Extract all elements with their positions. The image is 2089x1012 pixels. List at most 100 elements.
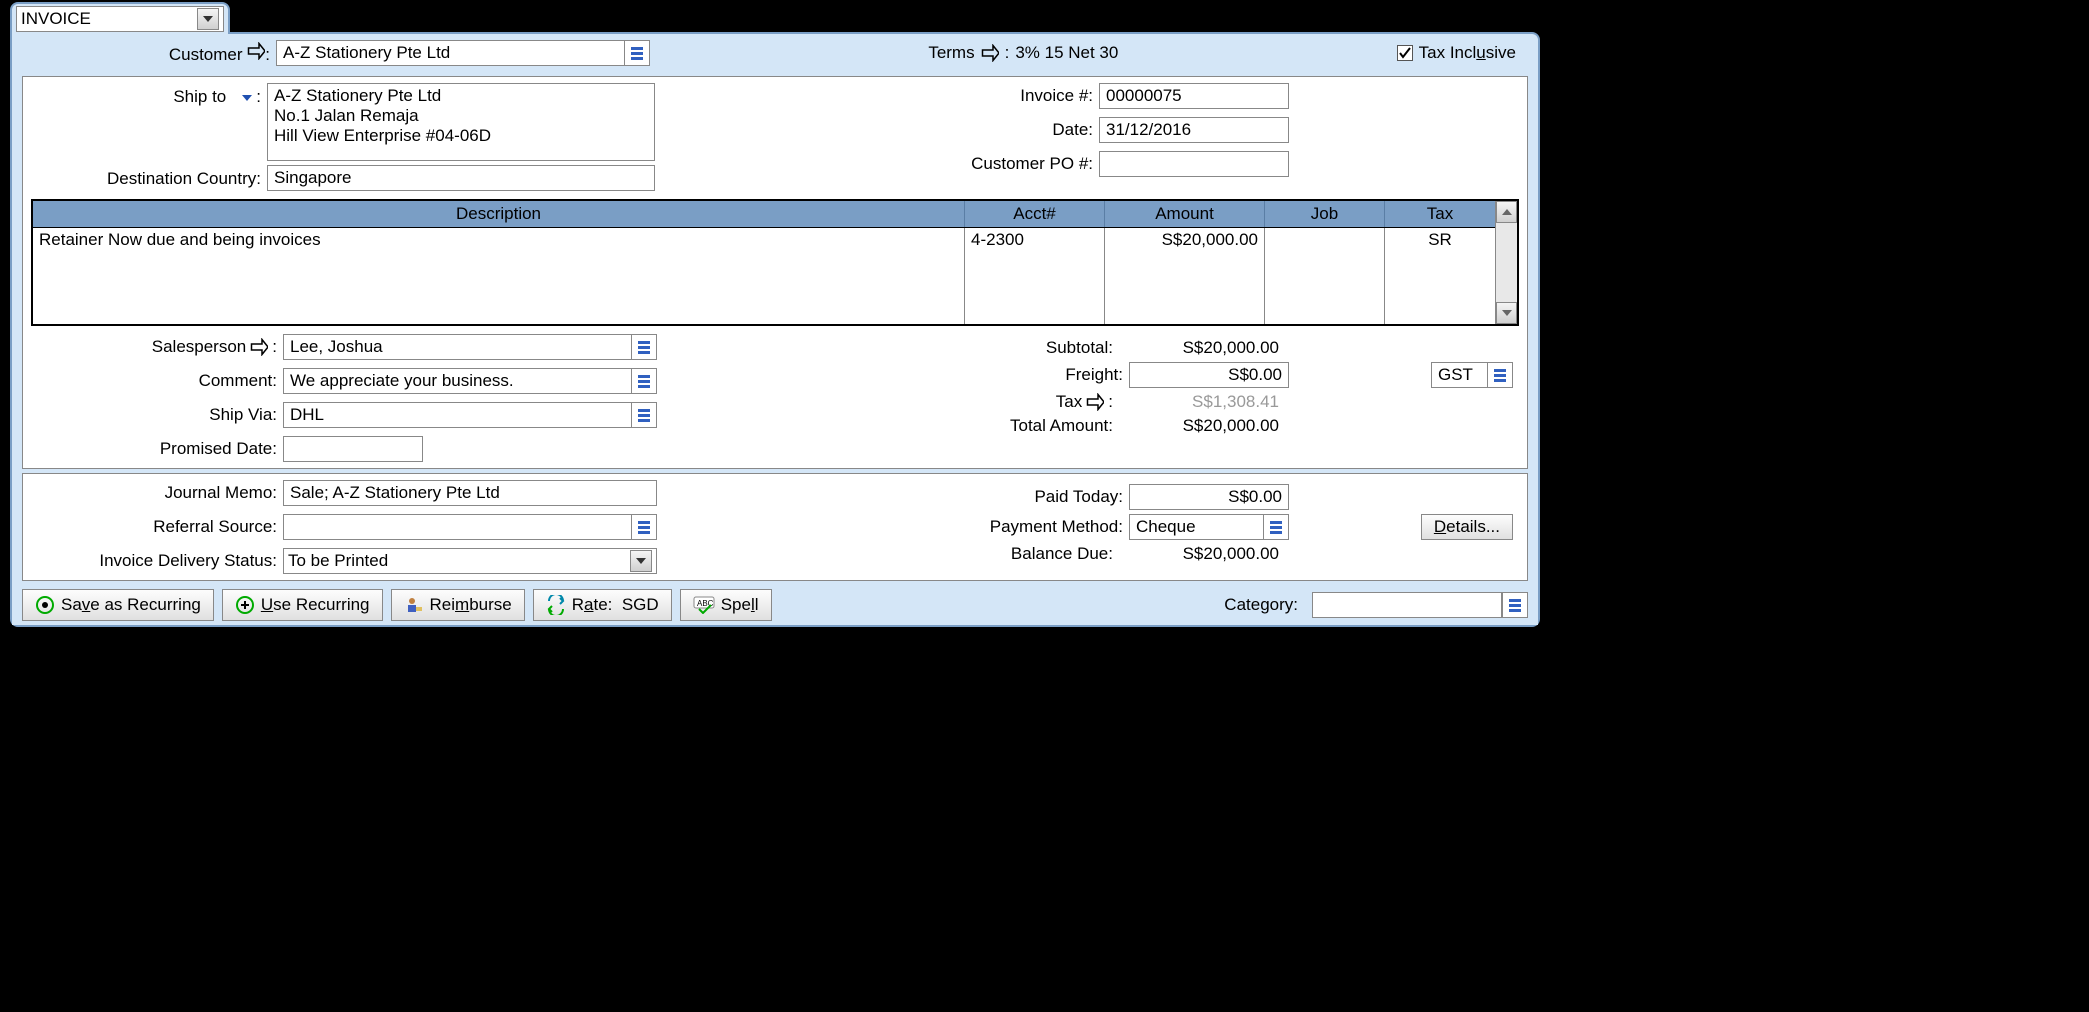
col-description[interactable]: Description <box>33 201 965 227</box>
dest-country-label: Destination Country: <box>31 165 267 193</box>
tax-value: S$1,308.41 <box>1119 392 1289 412</box>
customer-po-input[interactable] <box>1099 151 1289 177</box>
invoice-no-input[interactable]: 00000075 <box>1099 83 1289 109</box>
promised-label: Promised Date: <box>31 439 283 459</box>
comment-combo[interactable]: We appreciate your business. <box>283 368 657 394</box>
form-type-tab: INVOICE <box>10 2 230 34</box>
salesperson-lookup-btn[interactable] <box>631 334 657 360</box>
use-recurring-button[interactable]: Use Recurring <box>222 589 383 621</box>
list-lookup-icon <box>637 408 651 422</box>
shipto-address[interactable]: A-Z Stationery Pte Ltd No.1 Jalan Remaja… <box>267 83 655 161</box>
category-lookup-btn[interactable] <box>1502 592 1528 618</box>
journal-memo-input[interactable]: Sale; A-Z Stationery Pte Ltd <box>283 480 657 506</box>
shipvia-lookup-btn[interactable] <box>631 402 657 428</box>
list-lookup-icon <box>1508 598 1522 612</box>
date-input[interactable]: 31/12/2016 <box>1099 117 1289 143</box>
payment-method-lookup-btn[interactable] <box>1263 514 1289 540</box>
form-type-dropdown[interactable]: INVOICE <box>16 6 224 32</box>
shipto-name: A-Z Stationery Pte Ltd <box>274 86 648 106</box>
list-lookup-icon <box>637 520 651 534</box>
referral-combo[interactable] <box>283 514 657 540</box>
balance-label: Balance Due: <box>657 544 1119 564</box>
cell-amount[interactable]: S$20,000.00 <box>1105 228 1265 324</box>
dest-country-input[interactable]: Singapore <box>267 165 655 191</box>
recurring-use-icon <box>235 595 255 615</box>
arrow-right-icon[interactable] <box>250 338 268 356</box>
scroll-up-btn[interactable] <box>1496 201 1517 223</box>
person-money-icon <box>404 595 424 615</box>
freight-input[interactable]: S$0.00 <box>1129 362 1289 388</box>
col-amount[interactable]: Amount <box>1105 201 1265 227</box>
tax-inclusive-check[interactable]: Tax Inclusive <box>1397 43 1516 63</box>
col-job[interactable]: Job <box>1265 201 1385 227</box>
delivery-dropdown-btn[interactable] <box>630 550 652 572</box>
chevron-down-icon <box>242 95 252 101</box>
save-recurring-button[interactable]: Save as Recurring <box>22 589 214 621</box>
tax-label: Tax <box>1056 392 1082 412</box>
freight-tax-combo[interactable]: GST <box>1431 362 1513 388</box>
paid-today-label: Paid Today: <box>657 487 1129 507</box>
form-type-dropdown-btn[interactable] <box>197 8 219 30</box>
balance-value: S$20,000.00 <box>1119 544 1289 564</box>
freight-label: Freight: <box>657 365 1129 385</box>
invoice-no-label: Invoice #: <box>695 86 1099 106</box>
list-lookup-icon <box>630 46 644 60</box>
payment-method-combo[interactable]: Cheque <box>1129 514 1289 540</box>
shipto-addr1: No.1 Jalan Remaja <box>274 106 648 126</box>
list-lookup-icon <box>637 374 651 388</box>
svg-text:ABC: ABC <box>697 599 714 608</box>
shipvia-combo[interactable]: DHL <box>283 402 657 428</box>
shipto-dropdown-btn[interactable] <box>230 86 252 108</box>
form-type-value: INVOICE <box>21 9 91 29</box>
arrow-right-icon[interactable] <box>1086 393 1104 411</box>
cell-acct[interactable]: 4-2300 <box>965 228 1105 324</box>
tax-inclusive-label: Tax Inclusive <box>1419 43 1516 63</box>
reimburse-button[interactable]: Reimburse <box>391 589 525 621</box>
shipto-label-row: Ship to : <box>31 83 267 111</box>
terms-label: Terms <box>928 43 974 63</box>
comment-label: Comment: <box>31 371 283 391</box>
paid-today-input[interactable]: S$0.00 <box>1129 484 1289 510</box>
freight-tax-lookup-btn[interactable] <box>1487 362 1513 388</box>
total-label: Total Amount: <box>657 416 1119 436</box>
comment-lookup-btn[interactable] <box>631 368 657 394</box>
referral-label: Referral Source: <box>31 517 283 537</box>
col-acct[interactable]: Acct# <box>965 201 1105 227</box>
main-panel: Ship to : Destination Country: A-Z Stati… <box>22 76 1528 469</box>
grid-scrollbar[interactable] <box>1495 201 1517 324</box>
grid-header: Description Acct# Amount Job Tax <box>33 201 1495 228</box>
date-label: Date: <box>695 120 1099 140</box>
cell-job[interactable] <box>1265 228 1385 324</box>
customer-lookup-btn[interactable] <box>624 40 650 66</box>
cell-tax[interactable]: SR <box>1385 228 1495 324</box>
grid-rows[interactable]: Retainer Now due and being invoices 4-23… <box>33 228 1495 324</box>
header-row: Customer : A-Z Stationery Pte Ltd Terms … <box>12 34 1538 72</box>
checkbox-icon[interactable] <box>1397 45 1413 61</box>
shipvia-label: Ship Via: <box>31 405 283 425</box>
cell-description[interactable]: Retainer Now due and being invoices <box>33 228 965 324</box>
spell-button[interactable]: ABC Spell <box>680 589 772 621</box>
col-tax[interactable]: Tax <box>1385 201 1495 227</box>
payment-method-label: Payment Method: <box>657 517 1129 537</box>
chevron-down-icon <box>636 558 646 564</box>
referral-lookup-btn[interactable] <box>631 514 657 540</box>
customer-po-label: Customer PO #: <box>695 154 1099 174</box>
footer-panel: Journal Memo: Sale; A-Z Stationery Pte L… <box>22 473 1528 581</box>
promised-input[interactable] <box>283 436 423 462</box>
customer-combo[interactable]: A-Z Stationery Pte Ltd <box>276 40 650 66</box>
arrow-right-icon[interactable] <box>981 44 999 62</box>
details-button[interactable]: Details... <box>1421 514 1513 540</box>
customer-value: A-Z Stationery Pte Ltd <box>283 43 450 63</box>
terms-group: Terms : 3% 15 Net 30 <box>928 43 1118 63</box>
category-combo[interactable] <box>1312 592 1528 618</box>
salesperson-combo[interactable]: Lee, Joshua <box>283 334 657 360</box>
salesperson-label: Salesperson <box>152 337 247 357</box>
delivery-label: Invoice Delivery Status: <box>31 551 283 571</box>
list-lookup-icon <box>637 340 651 354</box>
scroll-down-btn[interactable] <box>1496 302 1517 324</box>
category-label: Category: <box>1224 595 1304 615</box>
arrow-right-icon[interactable] <box>247 42 265 60</box>
bottom-toolbar: Save as Recurring Use Recurring Reimburs… <box>12 585 1538 625</box>
delivery-dropdown[interactable]: To be Printed <box>283 548 657 574</box>
rate-button[interactable]: Rate: SGD <box>533 589 672 621</box>
